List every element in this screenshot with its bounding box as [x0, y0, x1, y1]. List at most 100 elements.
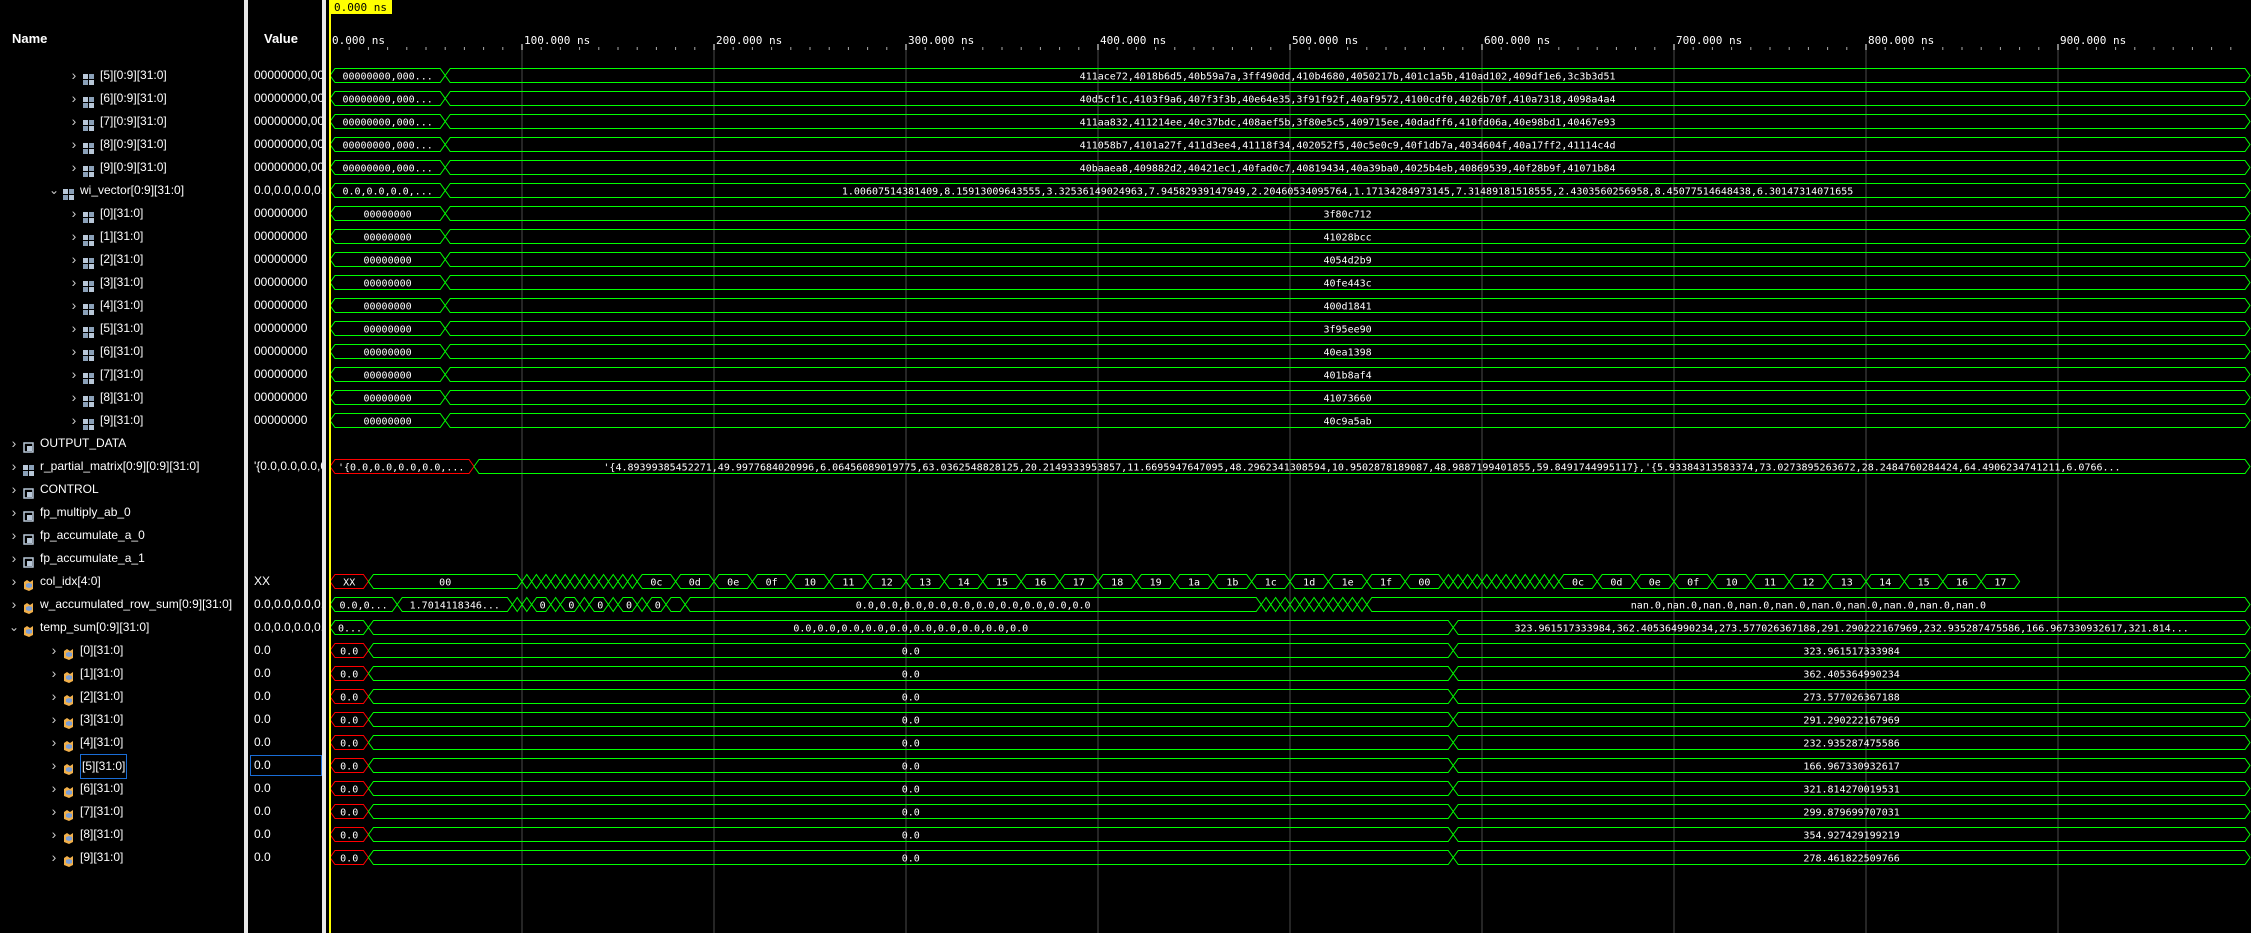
signal-name[interactable]: [3][31:0] — [100, 271, 143, 294]
signal-row[interactable]: › [3][31:0] — [0, 708, 244, 731]
signal-row[interactable]: › [3][31:0] — [0, 271, 244, 294]
signal-name[interactable]: OUTPUT_DATA — [40, 432, 126, 455]
expand-arrow-icon[interactable]: › — [68, 87, 80, 110]
expand-arrow-icon[interactable]: › — [48, 708, 60, 731]
signal-row[interactable]: › [2][31:0] — [0, 685, 244, 708]
signal-name[interactable]: [4][31:0] — [100, 294, 143, 317]
signal-name[interactable]: wi_vector[0:9][31:0] — [80, 179, 184, 202]
signal-name[interactable]: [2][31:0] — [80, 685, 123, 708]
expand-arrow-icon[interactable]: › — [48, 731, 60, 754]
signal-row[interactable]: › fp_multiply_ab_0 — [0, 501, 244, 524]
signal-name[interactable]: col_idx[4:0] — [40, 570, 101, 593]
collapse-arrow-icon[interactable]: ⌄ — [48, 179, 60, 202]
signal-name[interactable]: [8][0:9][31:0] — [100, 133, 167, 156]
signal-row[interactable]: › col_idx[4:0] — [0, 570, 244, 593]
signal-row[interactable]: ⌄ wi_vector[0:9][31:0] — [0, 179, 244, 202]
signal-name[interactable]: temp_sum[0:9][31:0] — [40, 616, 149, 639]
expand-arrow-icon[interactable]: › — [8, 547, 20, 570]
signal-row[interactable]: › [9][31:0] — [0, 409, 244, 432]
signal-name[interactable]: [0][31:0] — [80, 639, 123, 662]
signal-name[interactable]: [4][31:0] — [80, 731, 123, 754]
signal-row[interactable]: ⌄ temp_sum[0:9][31:0] — [0, 616, 244, 639]
expand-arrow-icon[interactable]: › — [68, 386, 80, 409]
signal-row[interactable]: › [0][31:0] — [0, 202, 244, 225]
signal-row[interactable]: › w_accumulated_row_sum[0:9][31:0] — [0, 593, 244, 616]
expand-arrow-icon[interactable]: › — [68, 340, 80, 363]
signal-name[interactable]: w_accumulated_row_sum[0:9][31:0] — [40, 593, 232, 616]
signal-row[interactable]: › fp_accumulate_a_1 — [0, 547, 244, 570]
expand-arrow-icon[interactable]: › — [48, 800, 60, 823]
expand-arrow-icon[interactable]: › — [48, 639, 60, 662]
signal-name[interactable]: [0][31:0] — [100, 202, 143, 225]
signal-row[interactable]: › [9][0:9][31:0] — [0, 156, 244, 179]
signal-row[interactable]: › [7][31:0] — [0, 800, 244, 823]
expand-arrow-icon[interactable]: › — [68, 202, 80, 225]
signal-row[interactable]: › [8][31:0] — [0, 823, 244, 846]
signal-name[interactable]: [7][0:9][31:0] — [100, 110, 167, 133]
signal-name[interactable]: [7][31:0] — [80, 800, 123, 823]
signal-row[interactable]: › [0][31:0] — [0, 639, 244, 662]
expand-arrow-icon[interactable]: › — [48, 754, 60, 777]
expand-arrow-icon[interactable]: › — [68, 156, 80, 179]
signal-name[interactable]: [8][31:0] — [80, 823, 123, 846]
expand-arrow-icon[interactable]: › — [68, 271, 80, 294]
expand-arrow-icon[interactable]: › — [48, 662, 60, 685]
signal-name[interactable]: [2][31:0] — [100, 248, 143, 271]
expand-arrow-icon[interactable]: › — [48, 777, 60, 800]
signal-row[interactable]: › [9][31:0] — [0, 846, 244, 869]
signal-row[interactable]: › [1][31:0] — [0, 662, 244, 685]
name-column-header[interactable]: Name — [12, 28, 47, 50]
signal-row[interactable]: › fp_accumulate_a_0 — [0, 524, 244, 547]
signal-row[interactable]: › [5][31:0] — [0, 754, 244, 779]
signal-row[interactable]: › [2][31:0] — [0, 248, 244, 271]
signal-name[interactable]: [5][0:9][31:0] — [100, 64, 167, 87]
signal-name[interactable]: r_partial_matrix[0:9][0:9][31:0] — [40, 455, 199, 478]
value-column-header[interactable]: Value — [264, 28, 298, 50]
expand-arrow-icon[interactable]: › — [68, 294, 80, 317]
signal-name[interactable]: [3][31:0] — [80, 708, 123, 731]
expand-arrow-icon[interactable]: › — [8, 524, 20, 547]
signal-name[interactable]: [6][31:0] — [80, 777, 123, 800]
signal-name[interactable]: CONTROL — [40, 478, 99, 501]
waveform-panel[interactable]: 0.000 ns 100.000 ns 200.000 ns 300.000 ns 40… — [326, 0, 2251, 933]
signal-row[interactable]: › [4][31:0] — [0, 294, 244, 317]
signal-name[interactable]: [9][31:0] — [100, 409, 143, 432]
signal-name[interactable]: [9][0:9][31:0] — [100, 156, 167, 179]
expand-arrow-icon[interactable]: › — [8, 593, 20, 616]
signal-row[interactable]: › [8][31:0] — [0, 386, 244, 409]
expand-arrow-icon[interactable]: › — [68, 133, 80, 156]
waveform-canvas[interactable]: 0.000 ns 100.000 ns 200.000 ns 300.000 ns 40… — [326, 0, 2251, 933]
signal-row[interactable]: › [4][31:0] — [0, 731, 244, 754]
signal-row[interactable]: › OUTPUT_DATA — [0, 432, 244, 455]
signal-row[interactable]: › [6][31:0] — [0, 340, 244, 363]
expand-arrow-icon[interactable]: › — [68, 64, 80, 87]
signal-name[interactable]: [8][31:0] — [100, 386, 143, 409]
expand-arrow-icon[interactable]: › — [48, 823, 60, 846]
signal-name[interactable]: fp_multiply_ab_0 — [40, 501, 131, 524]
expand-arrow-icon[interactable]: › — [68, 110, 80, 133]
signal-row[interactable]: › [6][0:9][31:0] — [0, 87, 244, 110]
expand-arrow-icon[interactable]: › — [8, 432, 20, 455]
signal-name[interactable]: [9][31:0] — [80, 846, 123, 869]
signal-name[interactable]: [6][0:9][31:0] — [100, 87, 167, 110]
signal-row[interactable]: › r_partial_matrix[0:9][0:9][31:0] — [0, 455, 244, 478]
signal-name[interactable]: [5][31:0] — [80, 754, 128, 779]
expand-arrow-icon[interactable]: › — [68, 317, 80, 340]
signal-name[interactable]: fp_accumulate_a_1 — [40, 547, 145, 570]
expand-arrow-icon[interactable]: › — [68, 363, 80, 386]
expand-arrow-icon[interactable]: › — [8, 570, 20, 593]
signal-row[interactable]: › [6][31:0] — [0, 777, 244, 800]
expand-arrow-icon[interactable]: › — [8, 478, 20, 501]
expand-arrow-icon[interactable]: › — [68, 409, 80, 432]
expand-arrow-icon[interactable]: › — [68, 248, 80, 271]
signal-row[interactable]: › CONTROL — [0, 478, 244, 501]
signal-name[interactable]: [5][31:0] — [100, 317, 143, 340]
collapse-arrow-icon[interactable]: ⌄ — [8, 616, 20, 639]
signal-name[interactable]: [1][31:0] — [100, 225, 143, 248]
signal-name[interactable]: [1][31:0] — [80, 662, 123, 685]
expand-arrow-icon[interactable]: › — [48, 846, 60, 869]
expand-arrow-icon[interactable]: › — [8, 501, 20, 524]
expand-arrow-icon[interactable]: › — [68, 225, 80, 248]
signal-name[interactable]: fp_accumulate_a_0 — [40, 524, 145, 547]
signal-row[interactable]: › [5][31:0] — [0, 317, 244, 340]
